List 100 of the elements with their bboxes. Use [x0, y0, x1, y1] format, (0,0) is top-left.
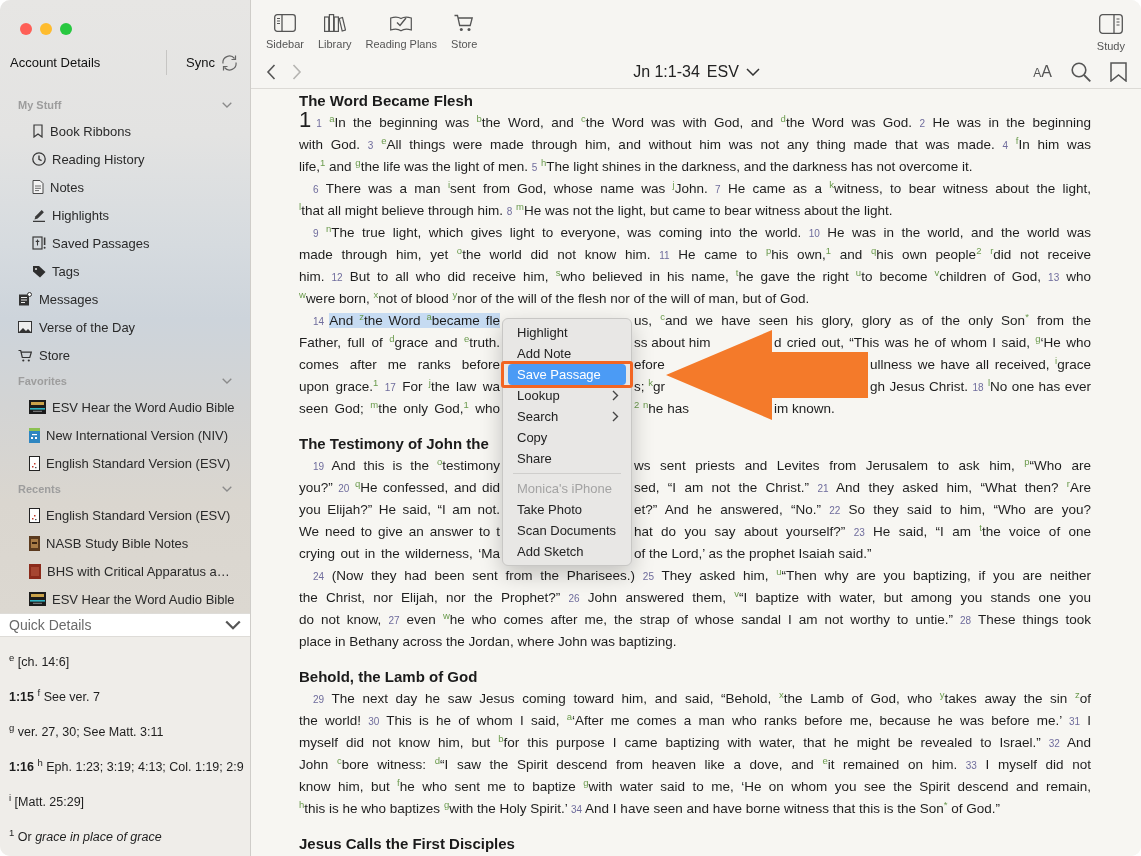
bookmark-icon[interactable]: [1110, 62, 1127, 82]
scripture-text: crying out in the wilderness, ‘Ma: [299, 546, 500, 561]
sidebar-item[interactable]: NASB Study Bible Notes: [0, 529, 250, 557]
sidebar-item[interactable]: New International Version (NIV): [0, 421, 250, 449]
menu-item[interactable]: Highlight: [508, 322, 626, 343]
picture-icon: [18, 321, 32, 333]
book-cover-icon: [29, 455, 40, 471]
footnote-text: $^{e}$ [ch. 14:6]: [8, 651, 71, 671]
footnote-text: $^{1}$ Or grace in place of grace: [8, 826, 163, 846]
footnote-text: 1:15 $^{f}$ See ver. 7: [8, 686, 101, 706]
sidebar-item[interactable]: ESV Hear the Word Audio Bible: [0, 393, 250, 421]
selected-text: And $^{z}$the Word $^{a}$became fle: [329, 313, 500, 328]
scripture-text: ullness we have all received, $^{i}$grace: [870, 357, 1091, 372]
menu-item[interactable]: Take Photo: [508, 499, 626, 520]
book-cover-icon: [29, 427, 40, 443]
sidebar-item[interactable]: BHS with Critical Apparatus a…: [0, 557, 250, 585]
toolbar-button[interactable]: Store: [451, 14, 478, 50]
book-cover-icon: [29, 507, 40, 523]
books-icon: [323, 14, 346, 32]
sidebar-icon: [273, 14, 296, 32]
pen-icon: [32, 208, 46, 222]
scripture-text: im known.: [774, 401, 835, 416]
sidebar-item[interactable]: Verse of the Day: [0, 313, 250, 341]
scripture-text: 14: [313, 315, 326, 328]
menu-item[interactable]: Copy: [508, 427, 626, 448]
chevron-left-icon[interactable]: [266, 64, 276, 80]
scripture-text: know him, but $^{f}$he who sent me to baptize $^{g}$with water said to me, ‘He on whom you see the Spirit descend and remain,: [299, 779, 1091, 794]
book-cover-icon: [29, 592, 46, 606]
chapter-number: 1: [299, 112, 312, 128]
scripture-text: We need to give an answer to t: [299, 524, 500, 539]
book-cover-icon: [29, 400, 46, 414]
chevron-down-icon: [745, 68, 760, 76]
section-header: Favorites: [18, 375, 67, 387]
book-cover-icon: [29, 563, 41, 579]
menu-item[interactable]: Scan Documents: [508, 520, 626, 541]
account-details-button[interactable]: Account Details: [10, 55, 101, 70]
menu-item[interactable]: Search: [508, 406, 626, 427]
section-heading: Behold, the Lamb of God: [299, 667, 478, 687]
sidebar-item[interactable]: Tags: [0, 257, 250, 285]
sidebar-item[interactable]: Book Ribbons: [0, 117, 250, 145]
footnote-text: $^{g}$ ver. 27, 30; See Matt. 3:11: [8, 721, 165, 741]
scripture-text: Father, full of $^{d}$grace and $^{e}$truth.: [299, 335, 500, 350]
scripture-text: s; $^{k}$gr: [634, 379, 666, 394]
scripture-text: seen God; $^{m}$the only God,$^{1}$ who: [299, 401, 500, 416]
chevron-right-icon: [612, 390, 619, 401]
sync-button[interactable]: Sync: [186, 53, 239, 72]
menu-item[interactable]: Add Note: [508, 343, 626, 364]
sidebar-item[interactable]: ESV Hear the Word Audio Bible: [0, 585, 250, 613]
section-heading: Jesus Calls the First Disciples: [299, 834, 515, 854]
clock-icon: [32, 152, 46, 166]
menu-item: Monica's iPhone: [516, 480, 613, 498]
footnote-text: $^{i}$ [Matt. 25:29]: [8, 791, 86, 811]
cart-icon: [18, 348, 32, 362]
message-document-icon: [18, 292, 32, 306]
section-heading: The Testimony of John the: [299, 434, 489, 454]
search-icon[interactable]: [1071, 62, 1091, 82]
fullscreen-button[interactable]: [60, 23, 72, 35]
tag-icon: [32, 264, 46, 278]
text-size-button[interactable]: AA: [1033, 63, 1052, 81]
toolbar-button[interactable]: Study: [1096, 14, 1125, 52]
open-book-check-icon: [390, 14, 413, 32]
section-heading: The Word Became Flesh: [299, 91, 473, 111]
minimize-button[interactable]: [40, 23, 52, 35]
menu-item[interactable]: Add Sketch: [508, 541, 626, 562]
passage-selector[interactable]: Jn 1:1-34 ESV: [633, 63, 760, 81]
section-header: My Stuff: [18, 99, 62, 111]
toolbar-button[interactable]: Sidebar: [266, 14, 304, 50]
cart-icon: [454, 14, 475, 32]
sidebar-item[interactable]: Notes: [0, 173, 250, 201]
section-header: Recents: [18, 483, 61, 495]
sidebar-item[interactable]: English Standard Version (ESV): [0, 501, 250, 529]
scripture-text: of the Lord,’ as the prophet Isaiah said.”: [634, 546, 872, 561]
sidebar-item[interactable]: Saved Passages: [0, 229, 250, 257]
scripture-text: $^{w}$were born, $^{x}$not of blood $^{y}$nor of the will of the flesh nor of the will of man, but of God.: [299, 291, 810, 306]
footnote-text: 1:16 $^{h}$ Eph. 1:23; 3:19; 4:13; Col. 1:19; 2:9: [8, 756, 245, 776]
sidebar-item[interactable]: Store: [0, 341, 250, 369]
scripture-text: ss about him: [634, 335, 711, 350]
close-button[interactable]: [20, 23, 32, 35]
menu-item[interactable]: Share: [508, 448, 626, 469]
panel-icon: [1098, 14, 1123, 34]
toolbar-button[interactable]: Reading Plans: [365, 14, 438, 50]
sidebar-item[interactable]: English Standard Version (ESV): [0, 449, 250, 477]
chevron-down-icon[interactable]: [225, 620, 241, 630]
sidebar-item[interactable]: Highlights: [0, 201, 250, 229]
scripture-text: d cried out, “This was he of whom I said, $^{g}$‘He who: [774, 335, 1091, 350]
book-cover-icon: [29, 535, 40, 551]
sidebar-item[interactable]: Messages: [0, 285, 250, 313]
toolbar-button[interactable]: Library: [317, 14, 352, 50]
sidebar-item[interactable]: Reading History: [0, 145, 250, 173]
scripture-text: you Elijah?” He said, “I am not.: [299, 502, 500, 517]
book-cross-icon: [32, 236, 46, 250]
scripture-text: efore: [634, 357, 665, 372]
scripture-text: us, $^{c}$and we have seen his glory, glory as of the only Son$^{*}$ from the: [634, 313, 1091, 328]
scripture-text: comes after me ranks before: [299, 357, 500, 372]
chevron-right-icon: [612, 411, 619, 422]
document-icon: [32, 180, 44, 194]
panel-title: Quick Details: [9, 617, 92, 633]
menu-item[interactable]: Lookup: [508, 385, 626, 406]
sync-icon: [219, 53, 239, 72]
scripture-text: ws sent priests and Levites from Jerusalem to ask him, $^{p}$“Who are: [634, 458, 1091, 473]
